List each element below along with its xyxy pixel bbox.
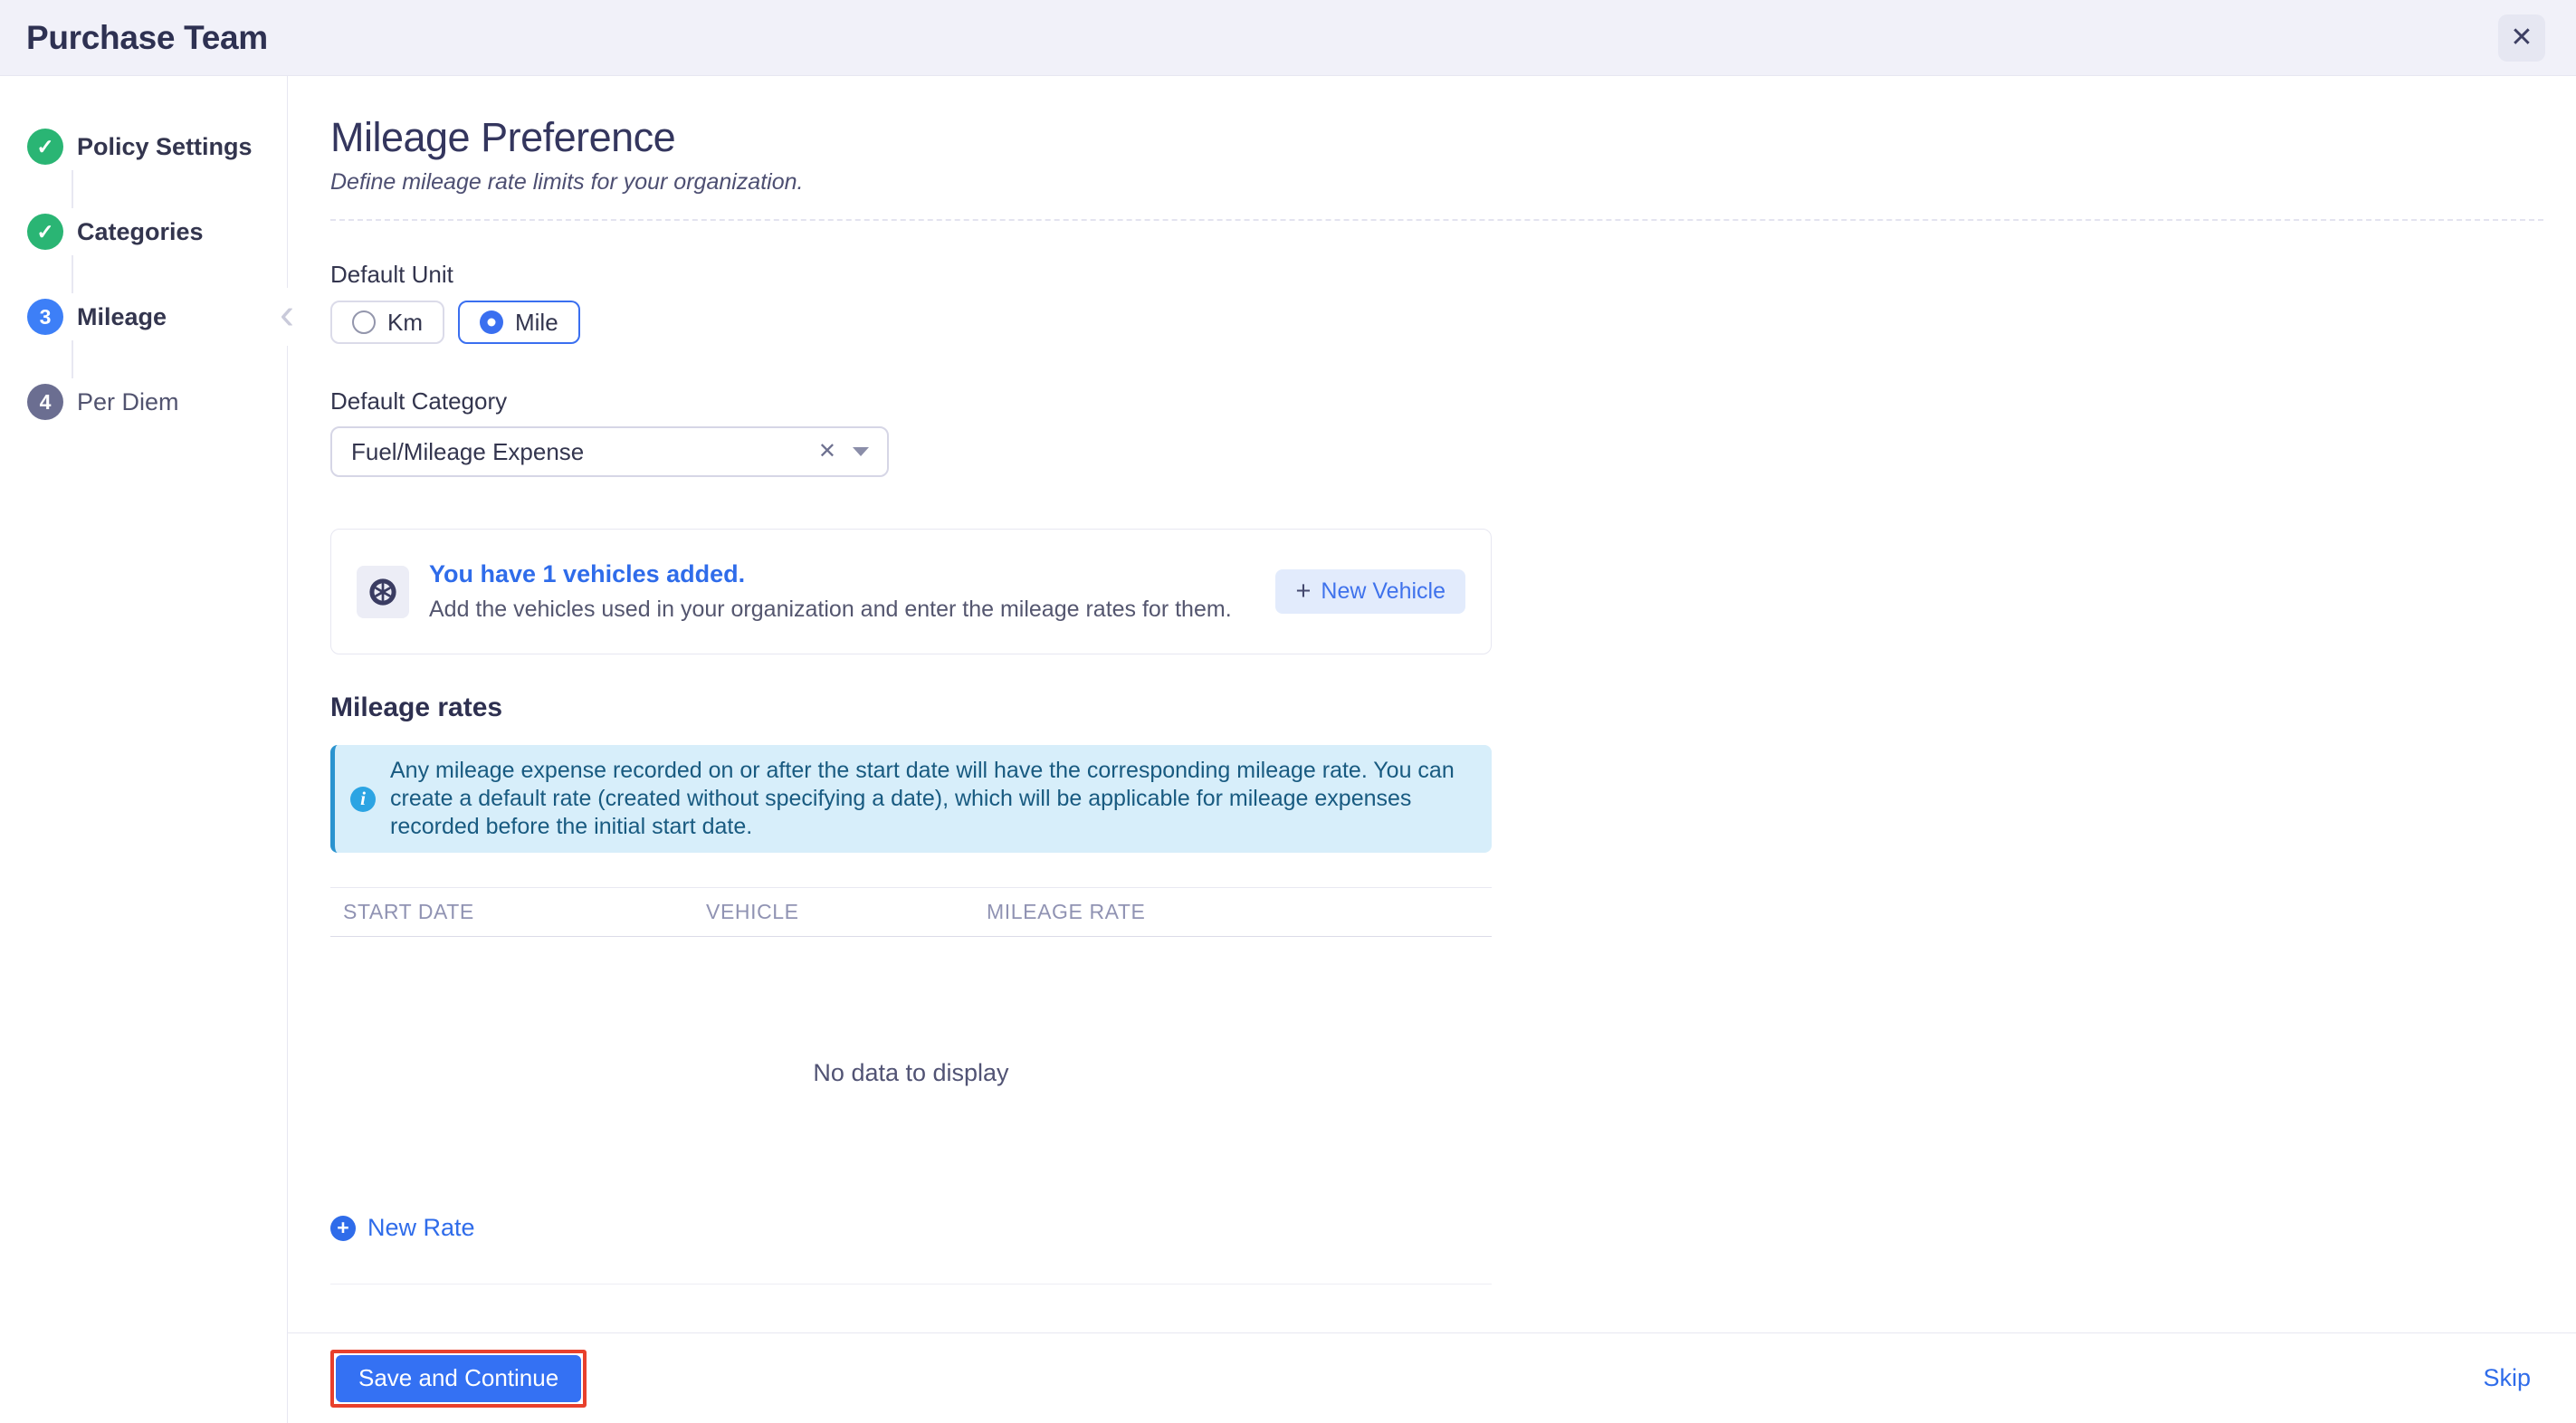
info-icon: i <box>350 787 376 812</box>
unit-option-label: Km <box>387 309 423 337</box>
content-bottom-divider <box>330 1284 1492 1285</box>
mileage-rates-heading: Mileage rates <box>330 692 2576 723</box>
column-header-vehicle: VEHICLE <box>706 900 987 924</box>
wizard-footer: Save and Continue Skip <box>288 1332 2576 1423</box>
default-unit-field: Default Unit Km Mile <box>330 261 2576 344</box>
section-divider <box>330 219 2543 221</box>
unit-option-label: Mile <box>515 309 558 337</box>
unit-toggle-group: Km Mile <box>330 301 2576 344</box>
radio-checked-icon <box>480 310 503 334</box>
clear-selection-icon[interactable]: ✕ <box>818 441 836 463</box>
step-connector <box>72 170 73 208</box>
default-category-label: Default Category <box>330 387 2576 415</box>
purchase-team-wizard: Purchase Team ✕ ✓ Policy Settings ✓ Cate… <box>0 0 2576 1423</box>
vehicle-wheel-icon <box>357 566 409 618</box>
chevron-down-icon[interactable] <box>853 447 869 456</box>
sidebar-item-label: Mileage <box>77 303 167 331</box>
unit-option-km[interactable]: Km <box>330 301 444 344</box>
page-subtitle: Define mileage rate limits for your orga… <box>330 169 2576 196</box>
new-rate-button-label: New Rate <box>367 1214 475 1242</box>
collapse-sidebar-chevron-icon[interactable]: ‹ <box>274 288 300 346</box>
plus-circle-icon: + <box>330 1216 356 1241</box>
step-number-badge: 4 <box>27 384 63 420</box>
vehicle-card-texts: You have 1 vehicles added. Add the vehic… <box>429 560 1232 623</box>
default-category-select[interactable]: Fuel/Mileage Expense ✕ <box>330 426 889 477</box>
page-heading: Mileage Preference <box>330 114 2576 161</box>
window-header: Purchase Team ✕ <box>0 0 2576 76</box>
page-title: Purchase Team <box>26 19 268 57</box>
default-category-field: Default Category Fuel/Mileage Expense ✕ <box>330 387 2576 477</box>
mileage-rates-info-banner: i Any mileage expense recorded on or aft… <box>330 745 1492 853</box>
default-unit-label: Default Unit <box>330 261 2576 289</box>
column-header-start-date: START DATE <box>330 900 706 924</box>
unit-option-mile[interactable]: Mile <box>458 301 580 344</box>
sidebar-item-categories[interactable]: ✓ Categories <box>27 214 287 250</box>
sidebar-item-label: Per Diem <box>77 388 179 416</box>
vehicles-added-link[interactable]: You have 1 vehicles added. <box>429 560 745 587</box>
table-header-row: START DATE VEHICLE MILEAGE RATE <box>330 887 1492 937</box>
selected-category-value: Fuel/Mileage Expense <box>351 438 818 466</box>
sidebar-item-mileage[interactable]: 3 Mileage <box>27 299 287 335</box>
sidebar-item-label: Categories <box>77 218 204 246</box>
column-header-mileage-rate: MILEAGE RATE <box>987 900 1492 924</box>
new-vehicle-button-label: New Vehicle <box>1321 578 1445 605</box>
step-connector <box>72 340 73 378</box>
table-empty-state: No data to display <box>330 937 1492 1208</box>
wizard-steps-sidebar: ✓ Policy Settings ✓ Categories 3 Mileage… <box>0 76 288 1423</box>
vehicle-card-description: Add the vehicles used in your organizati… <box>429 597 1232 623</box>
step-number-badge: 3 <box>27 299 63 335</box>
sidebar-item-policy-settings[interactable]: ✓ Policy Settings <box>27 129 287 165</box>
vehicles-summary-card: You have 1 vehicles added. Add the vehic… <box>330 529 1492 654</box>
step-complete-icon: ✓ <box>27 129 63 165</box>
mileage-preference-panel: Mileage Preference Define mileage rate l… <box>288 76 2576 1423</box>
close-icon: ✕ <box>2510 24 2533 52</box>
empty-state-text: No data to display <box>813 1059 1008 1087</box>
close-button[interactable]: ✕ <box>2498 14 2545 62</box>
skip-link[interactable]: Skip <box>2483 1364 2531 1392</box>
sidebar-item-label: Policy Settings <box>77 133 253 161</box>
mileage-rates-table: START DATE VEHICLE MILEAGE RATE No data … <box>330 887 1492 1208</box>
save-and-continue-button[interactable]: Save and Continue <box>336 1355 581 1402</box>
sidebar-item-per-diem[interactable]: 4 Per Diem <box>27 384 287 420</box>
step-complete-icon: ✓ <box>27 214 63 250</box>
step-connector <box>72 255 73 293</box>
radio-unchecked-icon <box>352 310 376 334</box>
plus-icon: + <box>1295 578 1311 605</box>
new-vehicle-button[interactable]: + New Vehicle <box>1275 569 1465 614</box>
action-highlight-box: Save and Continue <box>330 1350 587 1408</box>
info-banner-text: Any mileage expense recorded on or after… <box>390 757 1468 841</box>
new-rate-button[interactable]: + New Rate <box>330 1214 475 1242</box>
